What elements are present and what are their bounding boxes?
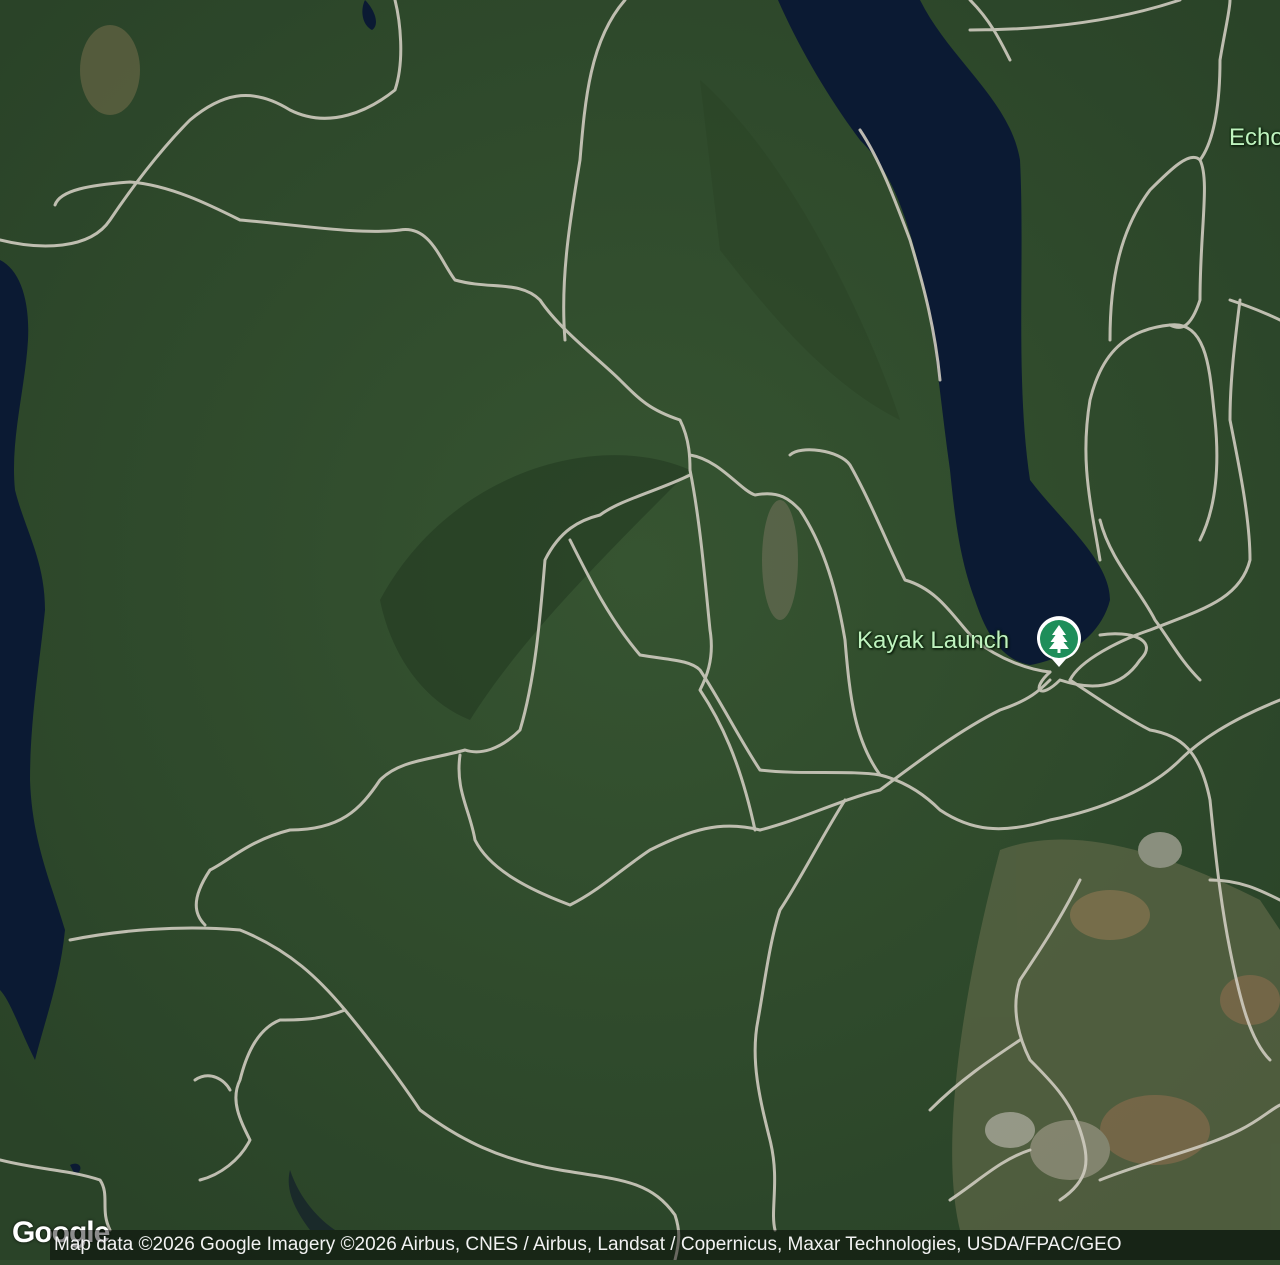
- poi-marker[interactable]: [1035, 615, 1083, 669]
- poi-label[interactable]: Kayak Launch: [857, 627, 1009, 655]
- place-label-echo: Echo: [1229, 124, 1280, 151]
- map-imagery: [0, 0, 1280, 1262]
- developed-area: [952, 832, 1280, 1230]
- map-attribution: Map data ©2026 Google Imagery ©2026 Airb…: [50, 1230, 1280, 1260]
- satellite-map[interactable]: Echo Kayak Launch Google Map data ©2026 …: [0, 0, 1280, 1262]
